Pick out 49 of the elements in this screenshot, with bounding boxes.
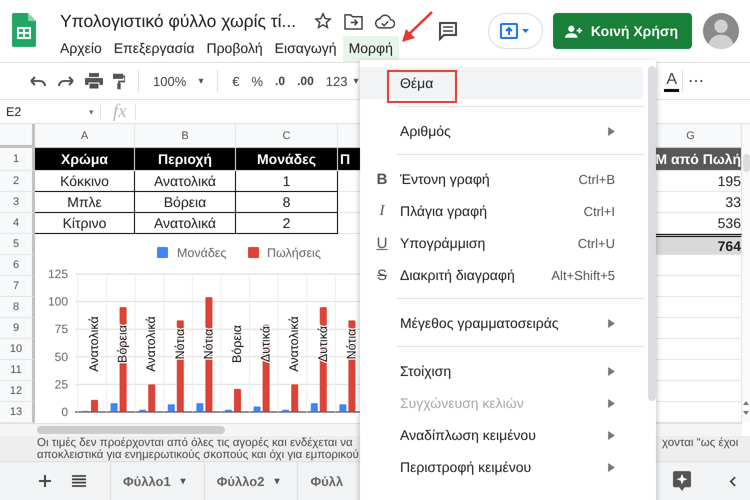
- table-cell: 8: [236, 192, 338, 213]
- format-icon: B: [375, 170, 389, 188]
- legend-label: Πωλήσεις: [267, 246, 321, 260]
- shortcut-label: Alt+Shift+5: [551, 268, 615, 282]
- axis-label: 0: [61, 405, 68, 419]
- table-cell: Μπλε: [35, 192, 135, 213]
- format-icon: S: [375, 266, 389, 284]
- category-label: Νότια: [344, 328, 358, 360]
- note-text: Οι τιμές δεν προέρχονται από όλες τις αγορές και ενδέχεται να αποκλειστικά για ενημερωτικούς σκοπούς και όχι για εμπορικού: [36, 436, 360, 461]
- menu-label: Πλάγια γραφή: [400, 203, 488, 219]
- header-cell: Περιοχή: [135, 148, 236, 171]
- category-label: Νότια: [172, 328, 187, 360]
- category-label: Ανατολικά: [144, 316, 158, 372]
- axis-label: 100: [48, 294, 68, 309]
- table-cell: 1: [236, 171, 338, 192]
- axis-label: 50: [54, 350, 68, 364]
- category-label: Ανατολικά: [87, 316, 101, 372]
- shortcut-label: Ctrl+U: [578, 236, 615, 250]
- menu-label: Συγχώνευση κελιών: [400, 395, 524, 411]
- menu-label: Περιστροφή κειμένου: [400, 459, 532, 475]
- shortcut-label: Ctrl+I: [584, 204, 615, 218]
- header-cell: Μονάδες: [236, 148, 338, 171]
- axis-label: 125: [48, 267, 68, 281]
- menu-label: Έντονη γραφή: [400, 171, 490, 187]
- note-text: χονται "ως έχοι: [662, 437, 738, 449]
- format-icon: I: [375, 202, 389, 220]
- menu-label: Μέγεθος γραμματοσειράς: [400, 315, 559, 331]
- legend-label: Μονάδες: [177, 246, 226, 260]
- category-label: Δυτικά: [258, 326, 273, 362]
- menu-label: Υπογράμμιση: [400, 235, 486, 251]
- format-icon: U: [375, 234, 389, 252]
- shortcut-label: Ctrl+B: [578, 172, 615, 186]
- category-label: Ανατολικά: [287, 316, 302, 372]
- category-label: Βόρεια: [116, 325, 130, 363]
- menu-label: Θέμα: [400, 75, 434, 91]
- category-label: Βόρεια: [230, 325, 244, 363]
- menu-label: Στοίχιση: [400, 363, 452, 379]
- category-label: Δυτικά: [316, 326, 330, 362]
- menu-label: Αριθμός: [400, 123, 451, 139]
- table-cell: Κόκκινο: [35, 171, 135, 192]
- table-cell: Ανατολικά: [135, 171, 236, 192]
- table-cell: Βόρεια: [135, 192, 236, 213]
- menu-label: Αναδίπλωση κειμένου: [400, 427, 536, 443]
- category-label: Νότια: [201, 328, 216, 360]
- menu-label: Διακριτή διαγραφή: [400, 267, 515, 283]
- function-label: fx: [113, 100, 127, 122]
- axis-label: 25: [54, 377, 68, 392]
- axis-label: 75: [54, 322, 68, 336]
- header-cell: Χρώμα: [35, 148, 135, 171]
